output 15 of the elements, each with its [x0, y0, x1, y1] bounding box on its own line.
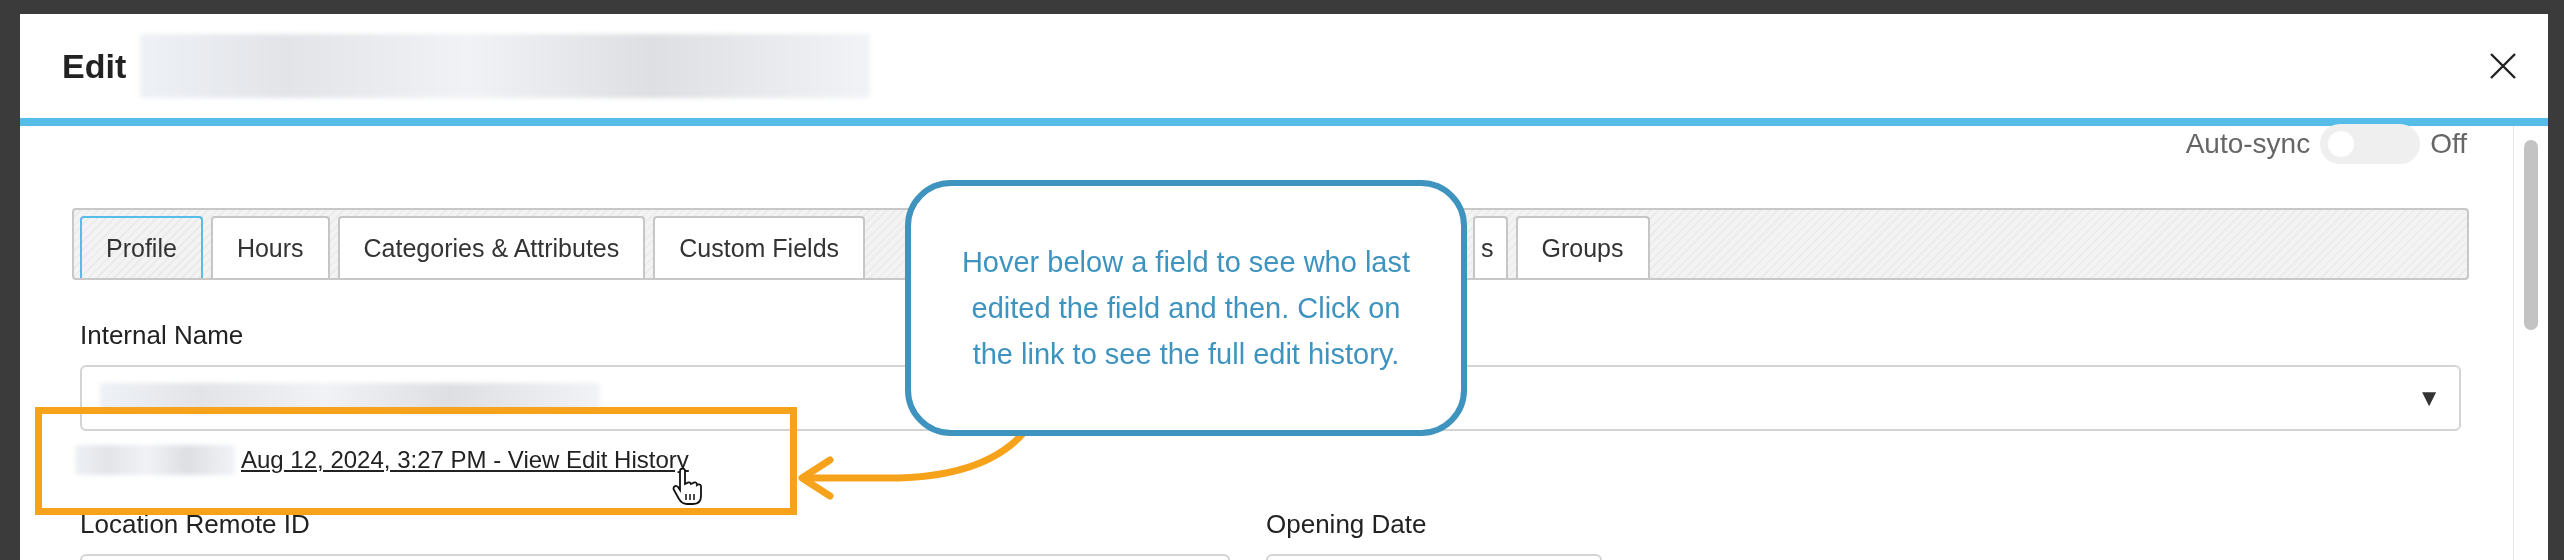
auto-sync-label: Auto-sync — [2185, 128, 2311, 160]
tab[interactable]: Categories & Attributes — [337, 216, 646, 278]
auto-sync-toggle[interactable] — [2320, 124, 2421, 164]
tab[interactable]: Hours — [210, 216, 330, 278]
field-label: Location Remote ID — [80, 509, 310, 540]
field-label: Internal Name — [80, 320, 244, 351]
edit-history-link[interactable]: Aug 12, 2024, 3:27 PM - View Edit History — [241, 446, 689, 474]
tab[interactable]: Custom Fields — [653, 216, 866, 278]
tab[interactable]: s — [1473, 216, 1508, 278]
dialog-title: Edit — [62, 46, 127, 86]
toggle-state: Off — [2430, 128, 2467, 160]
dropdown-caret-icon: ▼ — [2417, 384, 2441, 412]
tab[interactable]: Profile — [80, 216, 203, 278]
field-label: Opening Date — [1266, 509, 1427, 540]
tab[interactable]: Groups — [1515, 216, 1650, 278]
